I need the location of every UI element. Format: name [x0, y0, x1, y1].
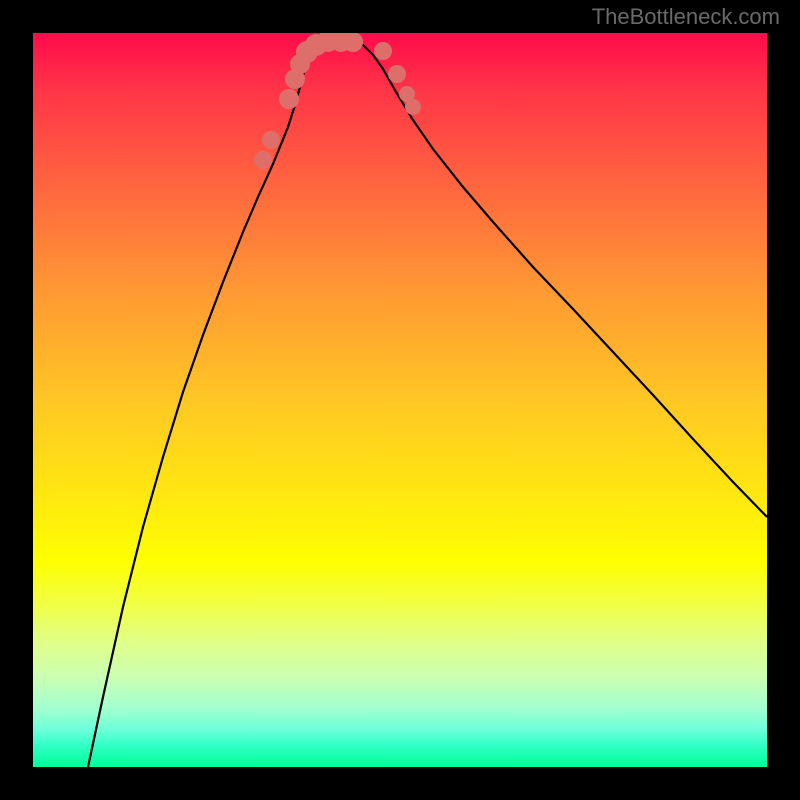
watermark-text: TheBottleneck.com	[592, 4, 780, 30]
marker-dot	[388, 65, 406, 83]
marker-dot	[254, 151, 272, 169]
left-curve	[88, 39, 333, 767]
plot-area	[33, 33, 767, 767]
marker-dot	[405, 99, 421, 115]
marker-dot	[374, 42, 392, 60]
right-curve	[333, 39, 767, 517]
chart-svg	[33, 33, 767, 767]
marker-dot	[279, 89, 299, 109]
marker-dot	[262, 131, 280, 149]
